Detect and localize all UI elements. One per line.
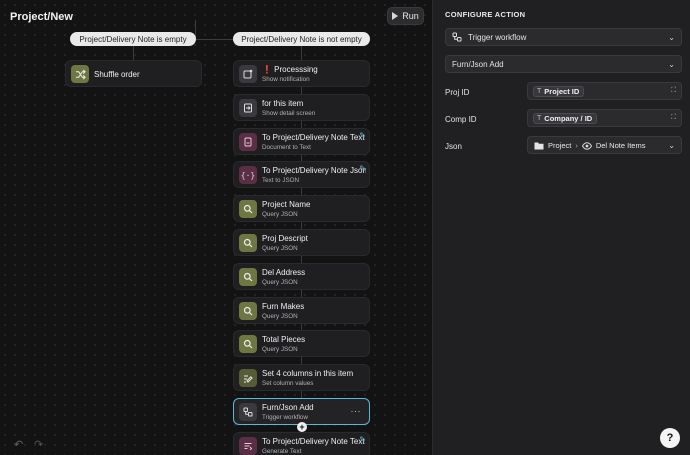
node-subtitle: Set column values <box>262 380 314 387</box>
add-step-button[interactable]: + <box>297 422 307 432</box>
workflow-node[interactable]: ❗ Processsing Show notification <box>233 60 370 87</box>
node-title: ❗ Processsing <box>262 65 318 74</box>
workflow-node[interactable]: {·} To Project/Delivery Note Json Text t… <box>233 161 370 188</box>
chip-label: Project ID <box>544 87 580 96</box>
workflow-node[interactable]: Total Pieces Query JSON <box>233 330 370 357</box>
workflow-value: Furn/Json Add <box>452 59 504 69</box>
node-subtitle: Query JSON <box>262 279 298 286</box>
undo-icon[interactable]: ↶ <box>14 438 23 451</box>
chevron-down-icon: ⌄ <box>668 33 675 42</box>
node-subtitle: Generate Text <box>262 448 302 455</box>
chevron-down-icon: ⌄ <box>668 141 675 150</box>
expand-icon[interactable]: ⛶ <box>671 114 676 122</box>
path-root: Project <box>548 141 572 150</box>
path-leaf: Del Note Items <box>595 141 646 150</box>
node-title: To Project/Delivery Note Text <box>262 133 365 142</box>
chevron-right-icon: › <box>575 141 578 150</box>
expand-icon[interactable]: ⛶ <box>671 87 676 95</box>
node-title: To Project/Delivery Note Text <box>262 437 365 446</box>
workflow-node[interactable]: To Project/Delivery Note Text Document t… <box>233 128 370 155</box>
node-subtitle: Query JSON <box>262 245 298 252</box>
workflow-node[interactable]: for this item Show detail screen <box>233 94 370 121</box>
chip-label: Company / ID <box>544 114 593 123</box>
node-title: Set 4 columns in this item <box>262 369 354 378</box>
node-title: Total Pieces <box>262 335 306 344</box>
node-subtitle: Query JSON <box>262 211 298 218</box>
workflow-node-selected[interactable]: Furn/Json Add Trigger workflow ··· <box>233 398 370 425</box>
more-options-icon[interactable]: ··· <box>351 406 362 416</box>
redo-icon[interactable]: ↷ <box>34 438 43 451</box>
workflow-node[interactable]: Project Name Query JSON <box>233 195 370 222</box>
run-label: Run <box>402 11 419 21</box>
chevron-down-icon: ⌄ <box>668 60 675 69</box>
workflow-icon <box>452 32 462 42</box>
eye-icon <box>581 141 592 150</box>
node-title: To Project/Delivery Note Json <box>262 166 366 175</box>
node-subtitle: Show notification <box>262 76 310 83</box>
node-title: Proj Descript <box>262 234 308 243</box>
workflow-node[interactable]: Furn Makes Query JSON <box>233 297 370 324</box>
proj-id-field[interactable]: T Project ID ⛶ <box>527 82 682 100</box>
document-icon <box>239 133 257 151</box>
workflow-node[interactable]: Set 4 columns in this item Set column va… <box>233 364 370 391</box>
text-type-icon: T <box>537 88 542 95</box>
search-icon <box>239 335 257 353</box>
field-label-json: Json <box>445 142 462 151</box>
notification-icon <box>239 65 257 83</box>
panel-title: CONFIGURE ACTION <box>445 10 526 19</box>
node-title: Project Name <box>262 200 311 209</box>
node-subtitle: Document to Text <box>262 144 311 151</box>
node-title: Shuffle order <box>94 70 140 79</box>
workflow-icon <box>239 403 257 421</box>
text-type-icon: T <box>537 115 542 122</box>
value-chip: T Company / ID <box>533 113 598 124</box>
value-chip: T Project ID <box>533 86 585 97</box>
comp-id-field[interactable]: T Company / ID ⛶ <box>527 109 682 127</box>
field-label-proj-id: Proj ID <box>445 88 470 97</box>
condition-empty[interactable]: Project/Delivery Note is empty <box>70 32 196 46</box>
node-subtitle: Query JSON <box>262 313 298 320</box>
json-path: Project › Del Note Items <box>534 141 645 150</box>
search-icon <box>239 200 257 218</box>
workflow-select[interactable]: Furn/Json Add ⌄ <box>445 55 682 73</box>
search-icon <box>239 234 257 252</box>
play-icon <box>392 12 399 20</box>
configure-action-panel: CONFIGURE ACTION Trigger workflow ⌄ Furn… <box>432 0 690 455</box>
generate-text-icon <box>239 437 257 455</box>
edit-columns-icon <box>239 369 257 387</box>
help-button[interactable]: ? <box>660 428 680 448</box>
workflow-node[interactable]: Del Address Query JSON <box>233 263 370 290</box>
workflow-node[interactable]: To Project/Delivery Note Text Generate T… <box>233 432 370 455</box>
shuffle-icon <box>71 65 89 83</box>
braces-icon: {·} <box>239 166 257 184</box>
field-label-comp-id: Comp ID <box>445 115 477 124</box>
node-title: Furn/Json Add <box>262 403 314 412</box>
page-title: Project/New <box>10 11 73 23</box>
node-title: Furn Makes <box>262 302 305 311</box>
search-icon <box>239 302 257 320</box>
node-title: Del Address <box>262 268 306 277</box>
edit-pencil-icon[interactable]: ✎ <box>359 164 366 173</box>
search-icon <box>239 268 257 286</box>
json-field[interactable]: Project › Del Note Items ⌄ <box>527 136 682 154</box>
node-subtitle: Text to JSON <box>262 177 300 184</box>
node-subtitle: Trigger workflow <box>262 414 308 421</box>
shuffle-order-node[interactable]: Shuffle order <box>65 60 202 87</box>
run-button[interactable]: Run <box>387 7 424 25</box>
node-subtitle: Show detail screen <box>262 110 316 117</box>
edit-pencil-icon[interactable]: ✎ <box>359 131 366 140</box>
edit-pencil-icon[interactable]: ✎ <box>359 435 366 444</box>
enter-screen-icon <box>239 99 257 117</box>
node-subtitle: Query JSON <box>262 346 298 353</box>
workflow-node[interactable]: Proj Descript Query JSON <box>233 229 370 256</box>
folder-icon <box>534 142 544 150</box>
action-type-select[interactable]: Trigger workflow ⌄ <box>445 28 682 46</box>
node-title: for this item <box>262 99 304 108</box>
condition-not-empty[interactable]: Project/Delivery Note is not empty <box>233 32 370 46</box>
action-type-value: Trigger workflow <box>468 32 527 42</box>
workflow-canvas[interactable]: Project/New Run Project/Delivery Note is… <box>0 0 432 455</box>
